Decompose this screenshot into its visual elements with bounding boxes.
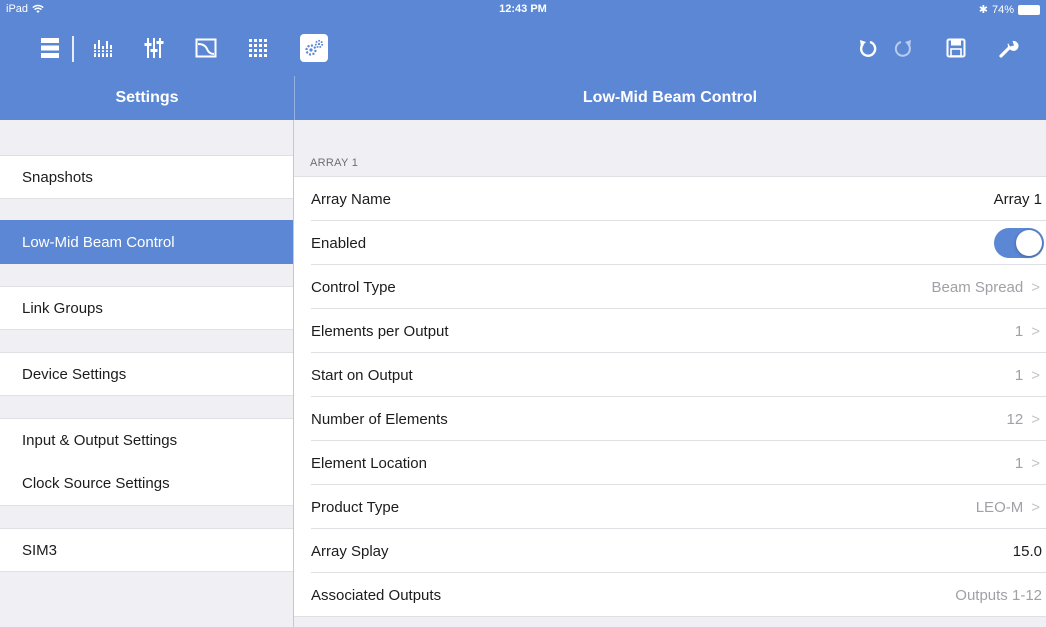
- toolbar: [0, 28, 1046, 68]
- row-value: 1 >: [1014, 322, 1040, 340]
- row-label: Control Type: [311, 278, 396, 296]
- row-label: Enabled: [311, 234, 367, 252]
- bluetooth-icon: ✱: [978, 4, 988, 16]
- row-product-type[interactable]: Product Type LEO-M >: [294, 485, 1046, 529]
- row-value: Beam Spread >: [931, 278, 1041, 296]
- sidebar-item-snapshots[interactable]: Snapshots: [0, 155, 293, 199]
- row-value: 12 >: [1006, 410, 1040, 428]
- sidebar-item-label: Snapshots: [22, 168, 93, 186]
- row-start-on-output[interactable]: Start on Output 1 >: [294, 353, 1046, 397]
- row-element-location[interactable]: Element Location 1 >: [294, 441, 1046, 485]
- sidebar-title: Settings: [115, 89, 179, 106]
- meter-bank-icon[interactable]: [90, 34, 118, 62]
- enabled-toggle[interactable]: [994, 228, 1044, 258]
- status-right: ✱ 74%: [979, 3, 1040, 16]
- sidebar-item-label: Device Settings: [22, 365, 127, 383]
- main-panel: ARRAY 1 Array Name Array 1 Enabled Contr…: [294, 120, 1046, 627]
- row-label: Array Name: [311, 190, 392, 208]
- beam-control-icon[interactable]: [300, 34, 328, 62]
- top-bar: iPad 12:43 PM ✱ 74% Settings Low-Mid Bea…: [0, 0, 1046, 120]
- section-header: ARRAY 1: [310, 157, 359, 169]
- row-number-of-elements[interactable]: Number of Elements 12 >: [294, 397, 1046, 441]
- row-value: Array 1: [993, 190, 1042, 208]
- row-array-splay[interactable]: Array Splay 15.0: [294, 529, 1046, 573]
- sidebar-item-clock-source-settings[interactable]: Clock Source Settings: [0, 462, 293, 506]
- chevron-right-icon: >: [1031, 322, 1040, 340]
- sidebar: Snapshots Low-Mid Beam Control Link Grou…: [0, 120, 294, 627]
- toggle-knob: [1016, 230, 1042, 256]
- row-associated-outputs[interactable]: Associated Outputs Outputs 1-12: [294, 573, 1046, 617]
- rows-bottom-border: [294, 616, 1046, 617]
- chevron-right-icon: >: [1031, 454, 1040, 472]
- page-title: Low-Mid Beam Control: [582, 89, 758, 106]
- row-label: Start on Output: [311, 366, 413, 384]
- chevron-right-icon: >: [1031, 366, 1040, 384]
- row-value-text: Beam Spread: [931, 278, 1024, 296]
- row-value-text: 1: [1014, 366, 1024, 384]
- row-value: 15.0: [1012, 542, 1042, 560]
- row-value-text: 1: [1014, 322, 1024, 340]
- sidebar-item-sim3[interactable]: SIM3: [0, 528, 293, 572]
- status-time: 12:43 PM: [499, 3, 547, 15]
- matrix-grid-icon[interactable]: [244, 34, 272, 62]
- row-label: Array Splay: [311, 542, 389, 560]
- sidebar-item-label: Input & Output Settings: [22, 432, 178, 449]
- row-label: Associated Outputs: [311, 586, 442, 604]
- eq-curve-icon[interactable]: [192, 34, 220, 62]
- faders-icon[interactable]: [140, 34, 168, 62]
- sidebar-item-label: Clock Source Settings: [22, 475, 170, 492]
- sidebar-item-label: Link Groups: [22, 299, 103, 317]
- status-bar: iPad 12:43 PM ✱ 74%: [0, 0, 1046, 20]
- wrench-icon[interactable]: [995, 34, 1023, 62]
- sidebar-item-label: Low-Mid Beam Control: [22, 233, 175, 251]
- row-label: Product Type: [311, 498, 400, 516]
- row-value-text: 12: [1006, 410, 1024, 428]
- toolbar-divider: [72, 36, 74, 62]
- chevron-right-icon: >: [1031, 410, 1040, 428]
- sidebar-item-input-output-settings[interactable]: Input & Output Settings: [0, 418, 293, 462]
- row-value-text: 1: [1014, 454, 1024, 472]
- row-label: Number of Elements: [311, 410, 448, 428]
- save-icon[interactable]: [942, 34, 970, 62]
- chevron-right-icon: >: [1031, 278, 1040, 296]
- sidebar-item-device-settings[interactable]: Device Settings: [0, 352, 293, 396]
- sidebar-item-low-mid-beam-control[interactable]: Low-Mid Beam Control: [0, 220, 293, 264]
- row-value: 1 >: [1014, 366, 1040, 384]
- battery-icon: [1018, 4, 1040, 15]
- device-list-icon[interactable]: [36, 34, 64, 62]
- row-control-type[interactable]: Control Type Beam Spread >: [294, 265, 1046, 309]
- row-elements-per-output[interactable]: Elements per Output 1 >: [294, 309, 1046, 353]
- row-value: LEO-M >: [975, 498, 1040, 516]
- row-value-text: LEO-M: [975, 498, 1024, 516]
- redo-icon[interactable]: [890, 34, 918, 62]
- sidebar-item-link-groups[interactable]: Link Groups: [0, 286, 293, 330]
- battery-percent: 74%: [991, 3, 1014, 16]
- sidebar-item-label: SIM3: [22, 541, 58, 559]
- row-array-name[interactable]: Array Name Array 1: [294, 177, 1046, 221]
- row-enabled: Enabled: [294, 221, 1046, 265]
- undo-icon[interactable]: [853, 34, 881, 62]
- row-label: Elements per Output: [311, 322, 449, 340]
- row-label: Element Location: [311, 454, 427, 472]
- chevron-right-icon: >: [1031, 498, 1040, 516]
- row-value: Outputs 1-12: [955, 586, 1042, 604]
- row-value: 1 >: [1014, 454, 1040, 472]
